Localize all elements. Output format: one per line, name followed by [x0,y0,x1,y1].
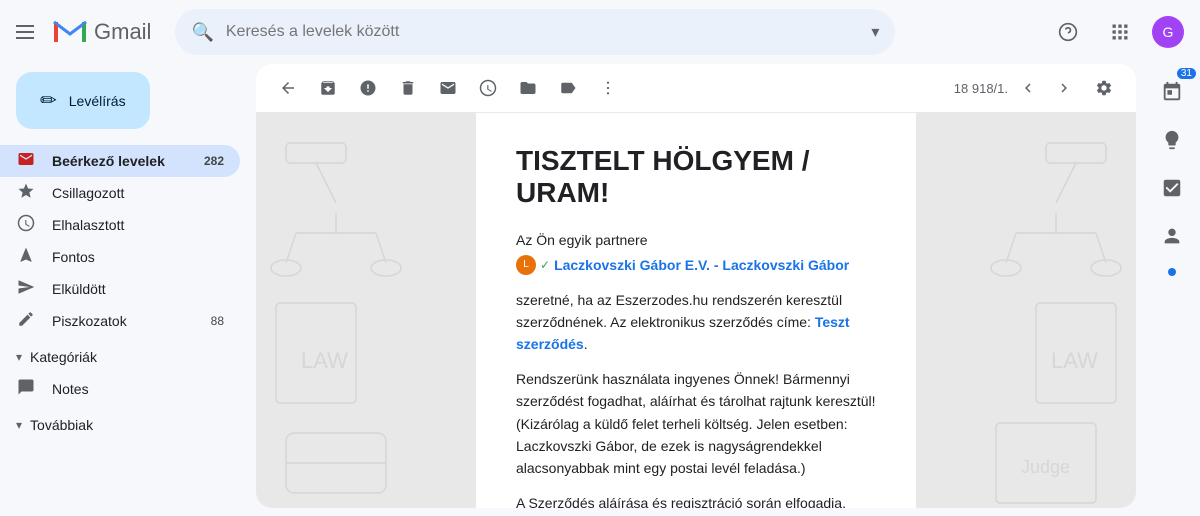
search-bar[interactable]: 🔍 ▾ [175,9,895,55]
mail-button[interactable] [432,72,464,104]
svg-text:LAW: LAW [1051,348,1098,373]
search-icon: 🔍 [191,22,213,43]
calendar-badge: 31 [1177,68,1196,79]
starred-label: Csillagozott [52,185,224,201]
notes-label: Notes [52,381,224,397]
app-title: Gmail [94,19,151,45]
inbox-icon [16,150,36,173]
label-button[interactable] [552,72,584,104]
apps-button[interactable] [1100,12,1140,52]
email-body1: szeretné, ha az Eszerzodes.hu rendszerén… [516,289,876,356]
back-button[interactable] [272,72,304,104]
prev-page-button[interactable] [1012,72,1044,104]
user-avatar[interactable]: G [1152,16,1184,48]
drafts-count: 88 [211,314,224,328]
sent-label: Elküldött [52,281,224,297]
sidebar-item-notes[interactable]: Notes [0,373,240,405]
sender-inline: L ✓ Laczkovszki Gábor E.V. - Laczkovszki… [516,254,849,276]
keep-button[interactable] [1152,120,1192,160]
gmail-logo: Gmail [50,12,151,52]
snooze-button[interactable] [472,72,504,104]
important-icon [16,246,36,269]
categories-section[interactable]: ▾ Kategóriák [0,341,256,373]
more-button[interactable] [592,72,624,104]
active-indicator [1168,268,1176,276]
next-page-button[interactable] [1048,72,1080,104]
delete-button[interactable] [392,72,424,104]
categories-label: Kategóriák [30,349,97,365]
more-label: Továbbiak [30,417,93,433]
important-label: Fontos [52,249,224,265]
drafts-label: Piszkozatok [52,313,195,329]
sidebar-item-snoozed[interactable]: Elhalasztott [0,209,240,241]
spam-button[interactable] [352,72,384,104]
inbox-label: Beérkező levelek [52,153,188,169]
email-body3: A Szerződés aláírása és regisztráció sor… [516,492,876,508]
main-layout: ✏ Levélírás Beérkező levelek 282 Csillag… [0,64,1200,516]
body1-text: szeretné, ha az Eszerzodes.hu rendszerén… [516,292,842,330]
help-button[interactable] [1048,12,1088,52]
drafts-icon [16,310,36,333]
sidebar-item-starred[interactable]: Csillagozott [0,177,240,209]
compose-button[interactable]: ✏ Levélírás [16,72,150,129]
email-intro-text: Az Ön egyik partnere [516,232,648,248]
svg-text:LAW: LAW [301,348,348,373]
search-input[interactable] [226,23,860,41]
snoozed-icon [16,214,36,237]
archive-button[interactable] [312,72,344,104]
body2-line2: (Kizárólag a küldő felet terheli költség… [516,416,848,477]
compose-plus-icon: ✏ [40,88,57,113]
pagination-text: 18 918/1. [954,81,1008,96]
contacts-button[interactable] [1152,216,1192,256]
move-button[interactable] [512,72,544,104]
categories-chevron: ▾ [16,350,22,364]
email-intro-para: Az Ön egyik partnere L ✓ Laczkovszki Gáb… [516,229,876,277]
pagination: 18 918/1. [954,72,1080,104]
svg-text:Judge: Judge [1021,457,1070,477]
right-panel: 31 [1144,64,1200,516]
inbox-count: 282 [204,154,224,168]
sidebar-item-drafts[interactable]: Piszkozatok 88 [0,305,240,337]
verified-icon: ✓ [540,256,550,275]
calendar-button[interactable]: 31 [1152,72,1192,112]
notes-icon [16,378,36,401]
email-body2: Rendszerünk használata ingyenes Önnek! B… [516,368,876,480]
email-view: 18 918/1. [256,64,1136,508]
sidebar-item-important[interactable]: Fontos [0,241,240,273]
compose-label: Levélírás [69,93,126,109]
more-chevron: ▾ [16,418,22,432]
email-toolbar: 18 918/1. [256,64,1136,113]
sender-name[interactable]: Laczkovszki Gábor E.V. - Laczkovszki Gáb… [554,254,849,276]
top-right-actions: G [1048,12,1184,52]
sidebar-item-sent[interactable]: Elküldött [0,273,240,305]
menu-button[interactable] [16,25,34,39]
top-bar: Gmail 🔍 ▾ G [0,0,1200,64]
starred-icon [16,182,36,205]
sent-icon [16,278,36,301]
snoozed-label: Elhalasztott [52,217,224,233]
email-content: LAW [256,113,1136,508]
search-expand-icon[interactable]: ▾ [871,22,879,42]
settings-button[interactable] [1088,72,1120,104]
sidebar-item-inbox[interactable]: Beérkező levelek 282 [0,145,240,177]
body2-line1: Rendszerünk használata ingyenes Önnek! B… [516,371,876,409]
sender-avatar: L [516,255,536,275]
sidebar: ✏ Levélírás Beérkező levelek 282 Csillag… [0,64,256,516]
tasks-button[interactable] [1152,168,1192,208]
more-section[interactable]: ▾ Továbbiak [0,409,256,441]
email-title: TISZTELT HÖLGYEM / URAM! [516,145,876,209]
